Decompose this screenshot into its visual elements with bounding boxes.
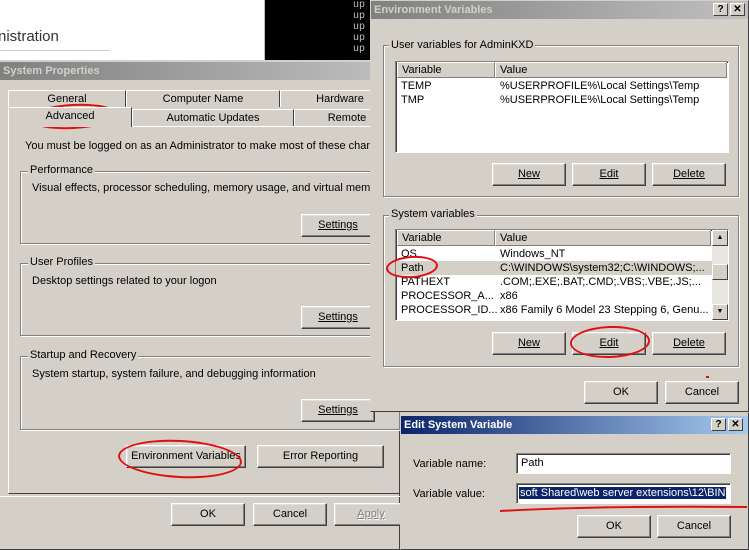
startup-recovery-label: Startup and Recovery — [28, 349, 139, 361]
user-edit-button[interactable]: Edit — [572, 163, 646, 186]
user-new-button[interactable]: New — [492, 163, 566, 186]
user-profiles-desc: Desktop settings related to your logon — [32, 275, 217, 287]
close-icon[interactable]: ✕ — [730, 3, 745, 16]
system-delete-button[interactable]: Delete — [652, 332, 726, 355]
console-window: up up up up up — [265, 0, 373, 60]
edit-cancel-button[interactable]: Cancel — [657, 515, 731, 538]
sysprops-ok-button[interactable]: OK — [171, 503, 245, 526]
table-row[interactable]: PATHEXT .COM;.EXE;.BAT;.CMD;.VBS;.VBE;.J… — [396, 275, 712, 289]
annotation-tick — [706, 376, 709, 378]
annotation-underline-value — [499, 505, 748, 512]
variable-value-label: Variable value: — [413, 488, 485, 500]
env-ok-button[interactable]: OK — [584, 381, 658, 404]
table-row[interactable]: PROCESSOR_ID... x86 Family 6 Model 23 St… — [396, 303, 712, 317]
table-row[interactable]: OS Windows_NT — [396, 247, 712, 261]
system-properties-titlebar[interactable]: System Properties — [0, 62, 399, 80]
column-header-value[interactable]: Value — [495, 62, 727, 78]
user-variables-label: User variables for AdminKXD — [389, 39, 536, 51]
system-new-button[interactable]: New — [492, 332, 566, 355]
scroll-up-icon[interactable]: ▲ — [712, 230, 728, 246]
tab-automatic-updates[interactable]: Automatic Updates — [132, 109, 294, 126]
scroll-down-icon[interactable]: ▼ — [712, 304, 728, 320]
sysprops-cancel-button[interactable]: Cancel — [253, 503, 327, 526]
help-icon[interactable]: ? — [711, 418, 726, 431]
environment-variables-dialog: Environment Variables ? ✕ User variables… — [370, 0, 749, 412]
close-icon[interactable]: ✕ — [728, 418, 743, 431]
help-icon[interactable]: ? — [713, 3, 728, 16]
startup-recovery-settings-button[interactable]: Settings — [301, 399, 375, 422]
console-text: up up up up up — [353, 0, 366, 55]
system-variables-list[interactable]: Variable Value OS Windows_NT Path C:\WIN… — [395, 229, 729, 321]
user-variables-list[interactable]: Variable Value TEMP %USERPROFILE%\Local … — [395, 61, 729, 153]
column-header-value[interactable]: Value — [495, 230, 711, 246]
background-window-divider — [0, 50, 110, 51]
sysprops-apply-button[interactable]: Apply — [334, 503, 408, 526]
background-window-title: nistration — [0, 28, 59, 45]
user-delete-button[interactable]: Delete — [652, 163, 726, 186]
column-header-variable[interactable]: Variable — [397, 62, 495, 78]
table-row-selected[interactable]: Path C:\WINDOWS\system32;C:\WINDOWS;... — [396, 261, 712, 275]
table-row[interactable]: TMP %USERPROFILE%\Local Settings\Temp — [396, 93, 726, 107]
table-row[interactable]: TEMP %USERPROFILE%\Local Settings\Temp — [396, 79, 726, 93]
env-cancel-button[interactable]: Cancel — [665, 381, 739, 404]
variable-name-label: Variable name: — [413, 458, 487, 470]
tab-computer-name[interactable]: Computer Name — [126, 90, 280, 107]
edit-ok-button[interactable]: OK — [577, 515, 651, 538]
annotation-underline-stroke — [499, 505, 748, 512]
user-profiles-settings-button[interactable]: Settings — [301, 306, 375, 329]
edit-titlebar[interactable]: Edit System Variable ? ✕ — [401, 416, 748, 434]
system-list-scrollbar[interactable]: ▲ ▼ — [712, 230, 728, 320]
admin-note: You must be logged on as an Administrato… — [25, 140, 394, 152]
performance-desc: Visual effects, processor scheduling, me… — [32, 182, 386, 194]
scroll-thumb[interactable] — [712, 264, 728, 280]
bottom-divider — [0, 496, 400, 497]
performance-settings-button[interactable]: Settings — [301, 214, 375, 237]
performance-label: Performance — [28, 164, 95, 176]
tab-advanced[interactable]: Advanced — [8, 107, 132, 127]
startup-recovery-desc: System startup, system failure, and debu… — [32, 368, 316, 380]
error-reporting-button[interactable]: Error Reporting — [257, 445, 384, 468]
background-window: nistration — [0, 0, 265, 60]
variable-name-field[interactable]: Path — [516, 453, 731, 474]
env-titlebar[interactable]: Environment Variables ? ✕ — [371, 1, 748, 19]
user-profiles-label: User Profiles — [28, 256, 95, 268]
edit-system-variable-dialog: Edit System Variable ? ✕ Variable name: … — [400, 412, 749, 550]
column-header-variable[interactable]: Variable — [397, 230, 495, 246]
table-row[interactable]: PROCESSOR_A... x86 — [396, 289, 712, 303]
system-variables-label: System variables — [389, 208, 477, 220]
